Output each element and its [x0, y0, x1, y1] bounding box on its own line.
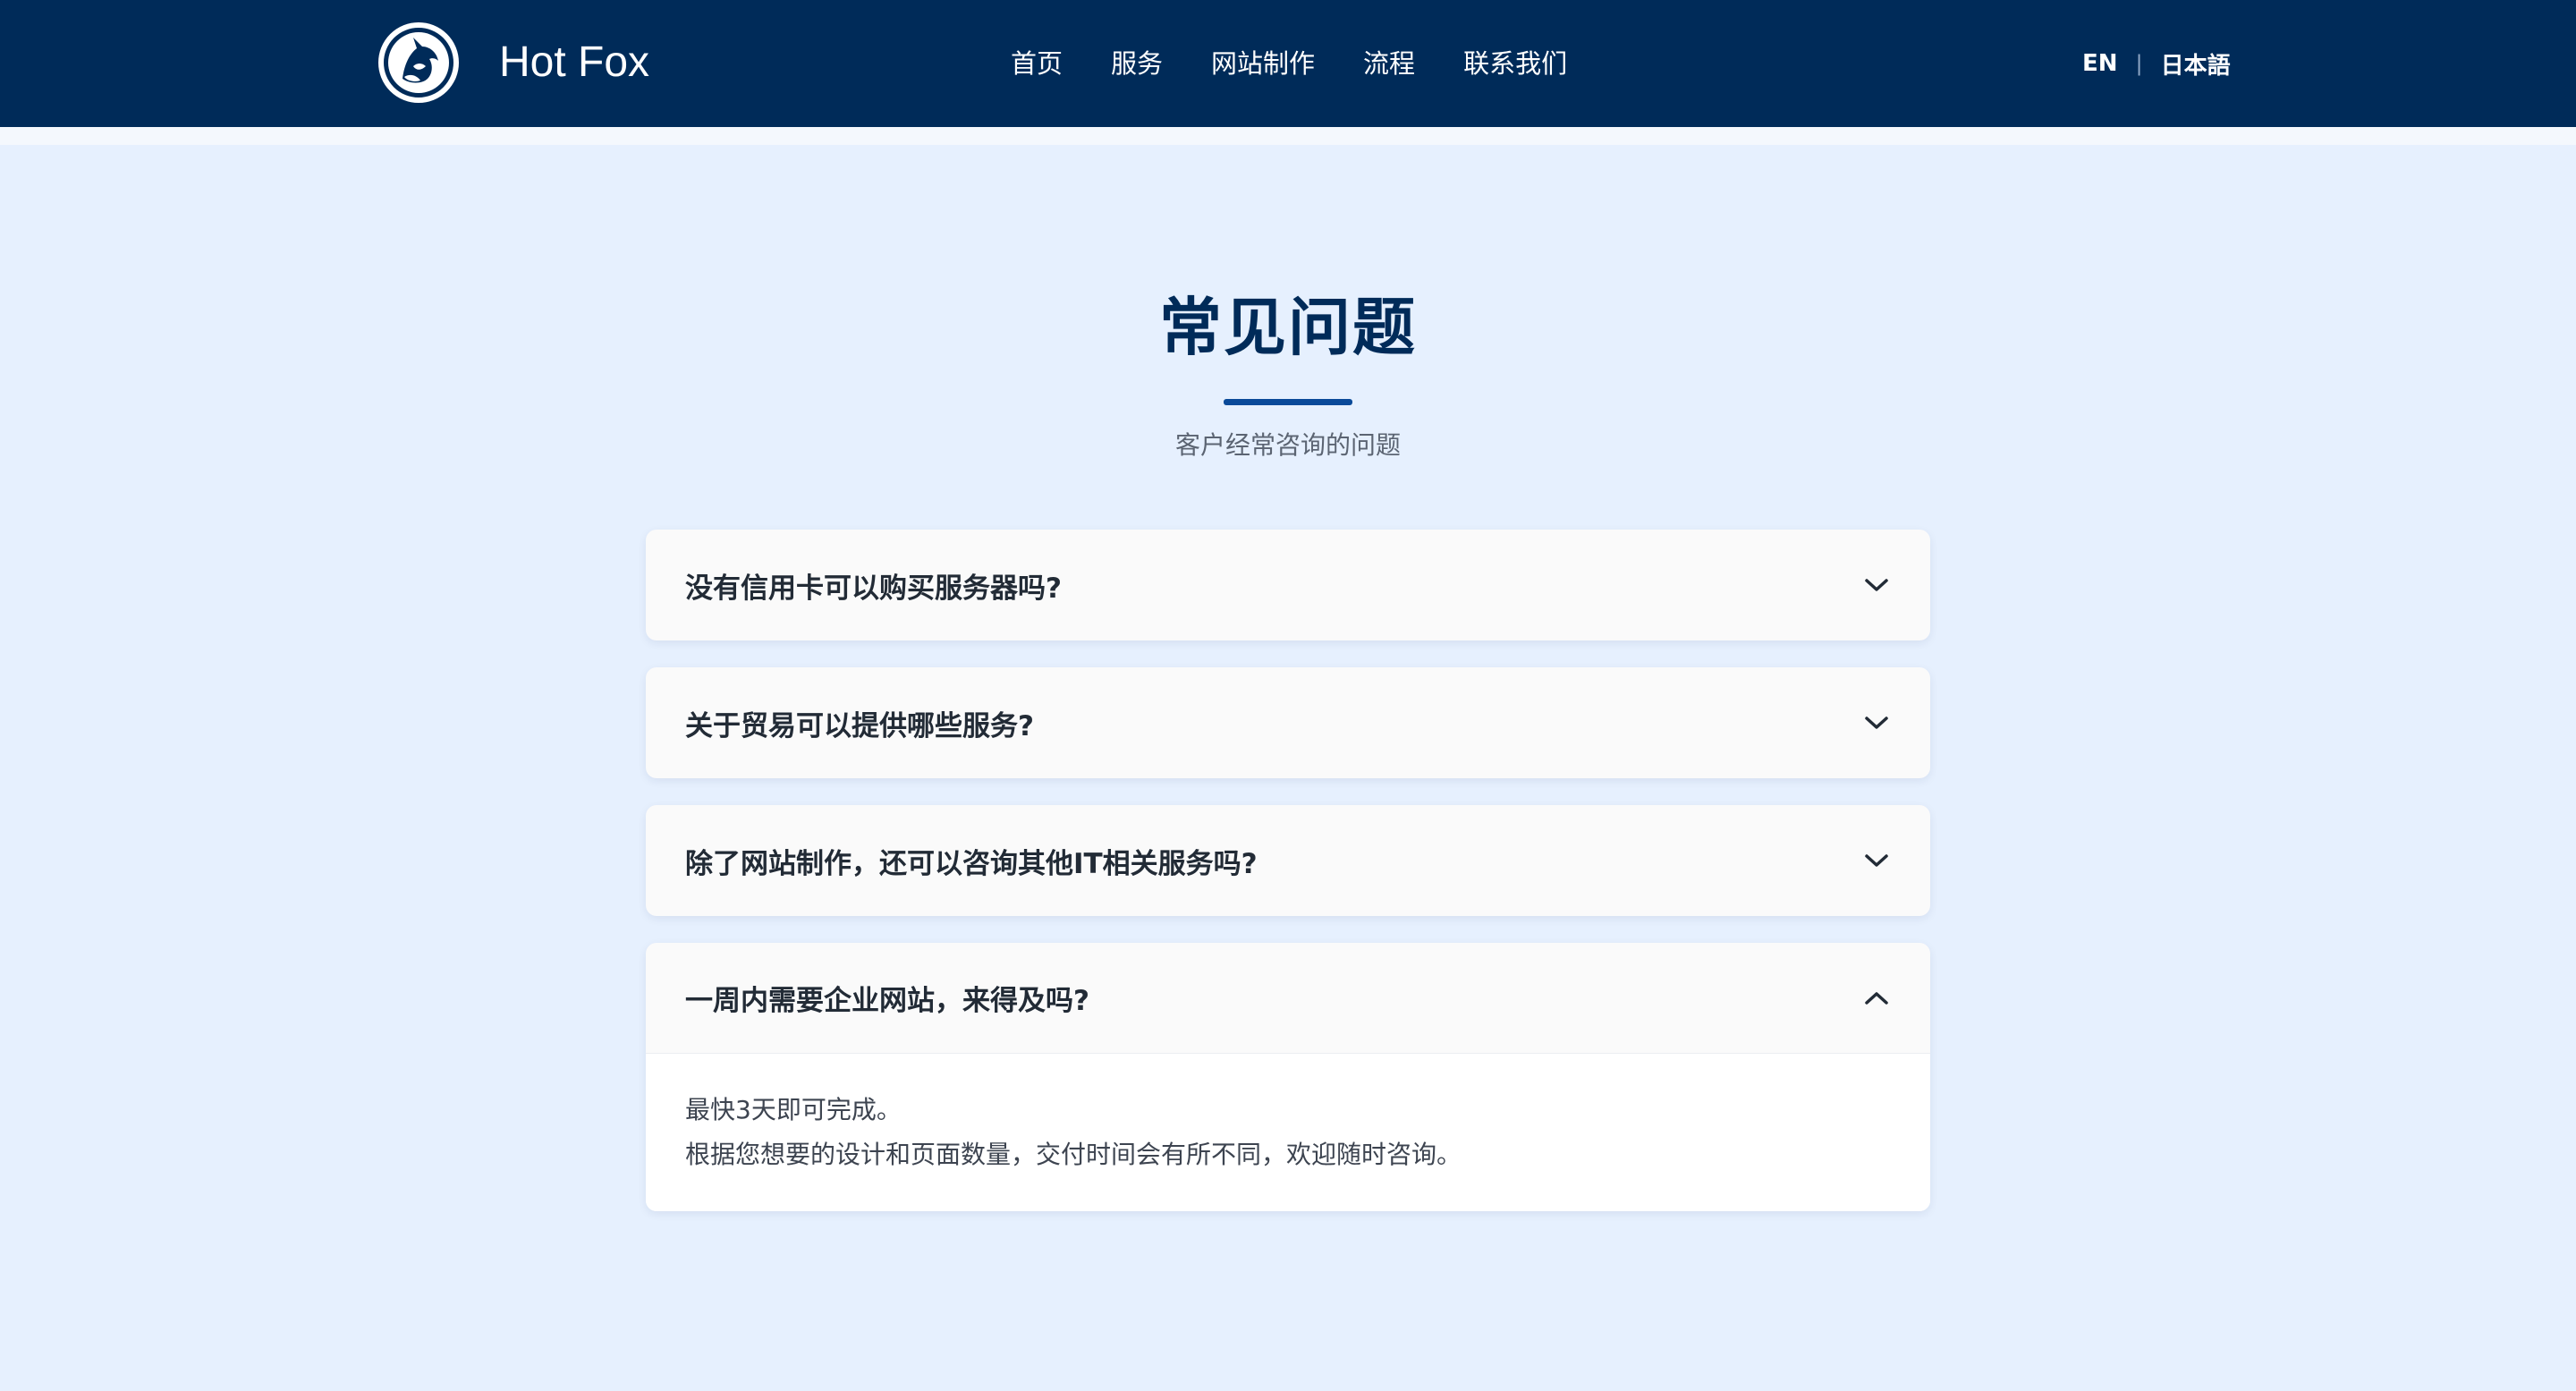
nav-item-contact[interactable]: 联系我们	[1463, 43, 1567, 84]
faq-item: 关于贸易可以提供哪些服务?	[646, 667, 1930, 778]
lang-ja-link[interactable]: 日本語	[2161, 47, 2231, 81]
nav-item-services[interactable]: 服务	[1111, 43, 1163, 84]
faq-question-text: 一周内需要企业网站，来得及吗?	[685, 985, 1089, 1017]
title-underline	[1224, 399, 1352, 405]
faq-question-text: 关于贸易可以提供哪些服务?	[685, 709, 1034, 742]
faq-answer-line: 最快3天即可完成。	[685, 1095, 902, 1124]
faq-question-toggle[interactable]: 除了网站制作，还可以咨询其他IT相关服务吗?	[646, 805, 1930, 916]
chevron-down-icon[interactable]	[1862, 846, 1891, 875]
main-nav: 首页 服务 网站制作 流程 联系我们	[1011, 43, 1567, 84]
faq-question-toggle[interactable]: 没有信用卡可以购买服务器吗?	[646, 530, 1930, 640]
faq-answer: 最快3天即可完成。 根据您想要的设计和页面数量，交付时间会有所不同，欢迎随时咨询…	[646, 1054, 1930, 1211]
language-switcher: EN | 日本語	[2082, 45, 2231, 82]
nav-item-home[interactable]: 首页	[1011, 43, 1063, 84]
chevron-down-icon[interactable]	[1862, 708, 1891, 737]
faq-question-text: 除了网站制作，还可以咨询其他IT相关服务吗?	[685, 847, 1258, 880]
faq-title: 常见问题	[1159, 291, 1417, 364]
brand-name[interactable]: Hot Fox	[499, 36, 649, 89]
faq-question-text: 没有信用卡可以购买服务器吗?	[685, 572, 1062, 605]
site-header: Hot Fox 首页 服务 网站制作 流程 联系我们 EN | 日本語	[0, 0, 2576, 127]
nav-item-web-production[interactable]: 网站制作	[1211, 43, 1315, 84]
fox-logo-icon[interactable]	[377, 21, 460, 104]
faq-question-toggle[interactable]: 一周内需要企业网站，来得及吗?	[646, 943, 1930, 1054]
lang-en-link[interactable]: EN	[2082, 50, 2118, 77]
nav-item-process[interactable]: 流程	[1363, 43, 1415, 84]
faq-list: 没有信用卡可以购买服务器吗? 关于贸易可以提供哪些服务? 除了网站制作，还可以咨…	[646, 530, 1930, 1238]
faq-item: 没有信用卡可以购买服务器吗?	[646, 530, 1930, 640]
faq-item-expanded: 一周内需要企业网站，来得及吗? 最快3天即可完成。 根据您想要的设计和页面数量，…	[646, 943, 1930, 1211]
faq-question-toggle[interactable]: 关于贸易可以提供哪些服务?	[646, 667, 1930, 778]
faq-answer-line: 根据您想要的设计和页面数量，交付时间会有所不同，欢迎随时咨询。	[685, 1140, 1462, 1169]
chevron-up-icon[interactable]	[1862, 984, 1891, 1013]
faq-subtitle: 客户经常咨询的问题	[1174, 430, 1401, 460]
header-divider-strip	[0, 127, 2576, 145]
lang-separator: |	[2135, 51, 2143, 76]
faq-item: 除了网站制作，还可以咨询其他IT相关服务吗?	[646, 805, 1930, 916]
chevron-down-icon[interactable]	[1862, 571, 1891, 599]
